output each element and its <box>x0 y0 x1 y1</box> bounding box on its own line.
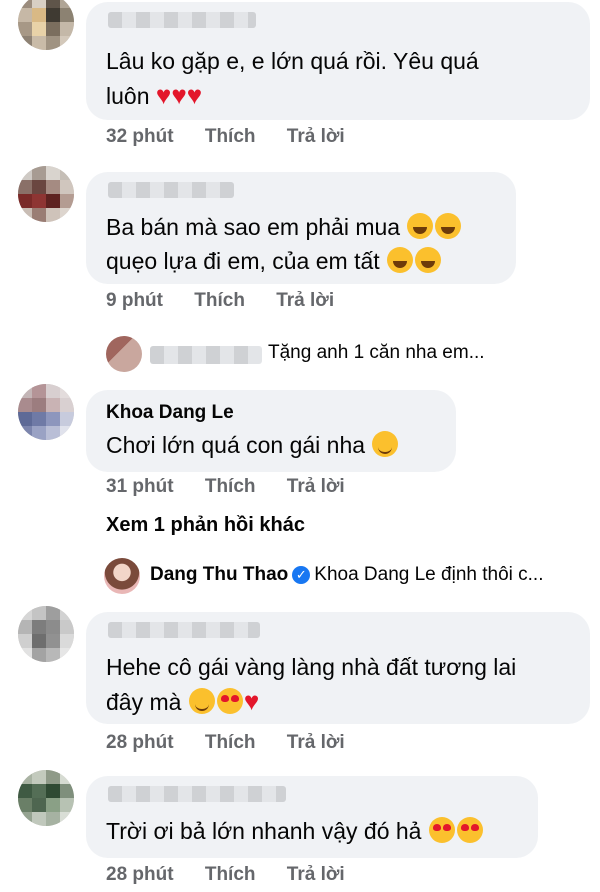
reply-preview-text: Tặng anh 1 căn nha em... <box>268 342 485 363</box>
avatar[interactable] <box>18 0 74 50</box>
comment-bubble: Lâu ko gặp e, e lớn quá rồi. Yêu quá luô… <box>86 2 590 120</box>
heart-icon: ♥ <box>186 80 203 110</box>
comment-text: Hehe cô gái vàng làng nhà đất tương lai … <box>106 654 517 716</box>
comment-bubble: Hehe cô gái vàng làng nhà đất tương lai … <box>86 612 590 724</box>
heart-eyes-emoji-icon <box>216 688 243 714</box>
avatar[interactable] <box>18 606 74 662</box>
like-button[interactable]: Thích <box>205 126 256 147</box>
timestamp[interactable]: 31 phút <box>106 476 174 497</box>
author-name[interactable] <box>108 786 286 802</box>
heart-icon: ♥ <box>171 80 187 110</box>
grinning-squint-emoji-icon <box>387 247 414 273</box>
wink-emoji-icon <box>372 431 399 457</box>
avatar <box>104 558 140 594</box>
view-more-replies-link[interactable]: Xem 1 phản hồi khác <box>106 514 305 537</box>
comment-meta: 28 phút Thích Trả lời <box>106 732 371 754</box>
like-button[interactable]: Thích <box>205 864 256 885</box>
comment-meta: 28 phút Thích Trả lời <box>106 864 371 886</box>
author-name <box>150 346 262 364</box>
reply-preview[interactable]: Tặng anh 1 căn nha em... <box>106 336 586 372</box>
comment-text: Lâu ko gặp e, e lớn quá rồi. Yêu quá luô… <box>106 48 479 110</box>
author-name[interactable]: Dang Thu Thao <box>150 564 288 585</box>
like-button[interactable]: Thích <box>205 732 256 753</box>
verified-badge-icon: ✓ <box>292 566 311 584</box>
avatar[interactable] <box>18 384 74 440</box>
reply-preview-text: Khoa Dang Le định thôi c... <box>314 564 544 585</box>
heart-icon: ♥ <box>243 686 260 716</box>
comment-meta: 32 phút Thích Trả lời <box>106 126 371 148</box>
author-name[interactable] <box>108 622 260 638</box>
comment-text: Trời ơi bả lớn nhanh vậy đó hả <box>106 814 526 848</box>
laughing-tears-emoji-icon <box>435 213 462 239</box>
comment-meta: 9 phút Thích Trả lời <box>106 290 360 312</box>
reply-button[interactable]: Trả lời <box>287 864 345 885</box>
reply-button[interactable]: Trả lời <box>276 290 334 311</box>
laughing-tears-emoji-icon <box>407 213 434 239</box>
avatar[interactable] <box>18 166 74 222</box>
reply-button[interactable]: Trả lời <box>287 126 345 147</box>
grinning-squint-emoji-icon <box>415 247 442 273</box>
author-name[interactable] <box>108 12 256 28</box>
kiss-emoji-icon <box>188 688 215 714</box>
timestamp[interactable]: 9 phút <box>106 290 163 311</box>
comment-bubble: Ba bán mà sao em phải mua quẹo lựa đi em… <box>86 172 516 284</box>
author-name[interactable]: Khoa Dang Le <box>106 402 234 424</box>
timestamp[interactable]: 28 phút <box>106 864 174 885</box>
heart-icon: ♥ <box>155 80 172 110</box>
comment-bubble: Trời ơi bả lớn nhanh vậy đó hả <box>86 776 538 858</box>
timestamp[interactable]: 28 phút <box>106 732 174 753</box>
heart-eyes-emoji-icon <box>456 817 483 843</box>
comment-meta: 31 phút Thích Trả lời <box>106 476 371 498</box>
like-button[interactable]: Thích <box>205 476 256 497</box>
timestamp[interactable]: 32 phút <box>106 126 174 147</box>
like-button[interactable]: Thích <box>194 290 245 311</box>
heart-eyes-emoji-icon <box>428 817 455 843</box>
reply-button[interactable]: Trả lời <box>287 732 345 753</box>
avatar <box>106 336 142 372</box>
author-name[interactable] <box>108 182 234 198</box>
avatar[interactable] <box>18 770 74 826</box>
comment-bubble: Khoa Dang Le Chơi lớn quá con gái nha <box>86 390 456 472</box>
reply-button[interactable]: Trả lời <box>287 476 345 497</box>
reply-preview[interactable]: Dang Thu Thao ✓ Khoa Dang Le định thôi c..… <box>104 558 594 594</box>
comment-text: Chơi lớn quá con gái nha <box>106 428 446 462</box>
comment-text: Ba bán mà sao em phải mua quẹo lựa đi em… <box>106 210 506 278</box>
